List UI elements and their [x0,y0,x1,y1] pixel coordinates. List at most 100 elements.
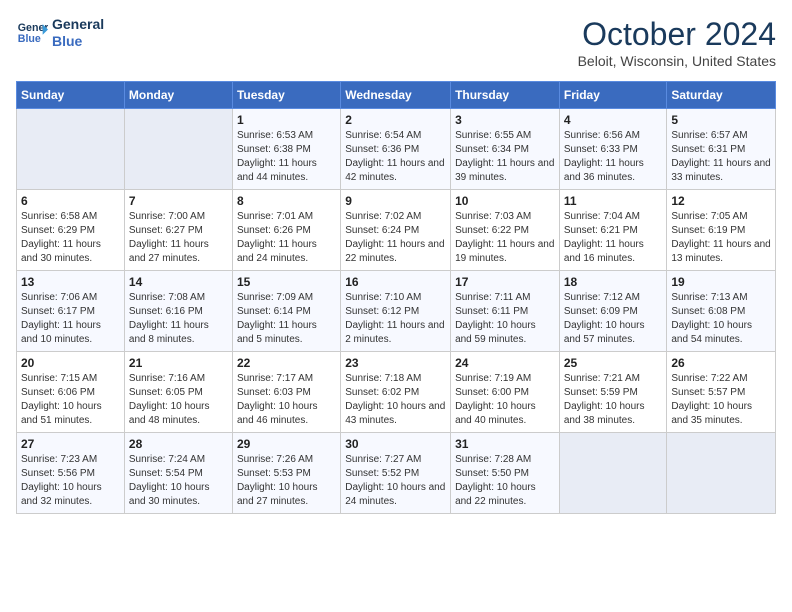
day-number: 11 [564,194,663,208]
day-number: 10 [455,194,555,208]
day-info: Sunrise: 6:53 AMSunset: 6:38 PMDaylight:… [237,129,336,185]
day-info: Sunrise: 7:11 AMSunset: 6:11 PMDaylight:… [455,291,555,347]
day-number: 14 [129,275,228,289]
day-info: Sunrise: 6:55 AMSunset: 6:34 PMDaylight:… [455,129,555,185]
logo-icon: General Blue [16,17,48,49]
day-info: Sunrise: 7:26 AMSunset: 5:53 PMDaylight:… [237,453,336,509]
day-info: Sunrise: 7:23 AMSunset: 5:56 PMDaylight:… [21,453,120,509]
calendar-cell: 15 Sunrise: 7:09 AMSunset: 6:14 PMDayligh… [232,271,340,352]
calendar-cell: 8 Sunrise: 7:01 AMSunset: 6:26 PMDaylight… [232,190,340,271]
day-info: Sunrise: 7:04 AMSunset: 6:21 PMDaylight:… [564,210,663,266]
day-info: Sunrise: 7:06 AMSunset: 6:17 PMDaylight:… [21,291,120,347]
day-number: 28 [129,437,228,451]
day-number: 18 [564,275,663,289]
day-info: Sunrise: 6:58 AMSunset: 6:29 PMDaylight:… [21,210,120,266]
day-number: 30 [345,437,446,451]
day-number: 19 [671,275,771,289]
day-info: Sunrise: 7:15 AMSunset: 6:06 PMDaylight:… [21,372,120,428]
day-number: 5 [671,113,771,127]
day-number: 31 [455,437,555,451]
calendar-cell: 1 Sunrise: 6:53 AMSunset: 6:38 PMDaylight… [232,109,340,190]
calendar-cell: 5 Sunrise: 6:57 AMSunset: 6:31 PMDaylight… [667,109,776,190]
month-title: October 2024 [578,16,776,53]
calendar-cell: 10 Sunrise: 7:03 AMSunset: 6:22 PMDayligh… [451,190,560,271]
calendar-cell: 9 Sunrise: 7:02 AMSunset: 6:24 PMDaylight… [341,190,451,271]
calendar-cell: 24Sunrise: 7:19 AMSunset: 6:00 PMDayligh… [451,352,560,433]
day-number: 4 [564,113,663,127]
calendar-cell: 23Sunrise: 7:18 AMSunset: 6:02 PMDayligh… [341,352,451,433]
day-info: Sunrise: 6:56 AMSunset: 6:33 PMDaylight:… [564,129,663,185]
day-number: 8 [237,194,336,208]
week-row-1: 1 Sunrise: 6:53 AMSunset: 6:38 PMDaylight… [17,109,776,190]
day-info: Sunrise: 7:09 AMSunset: 6:14 PMDaylight:… [237,291,336,347]
day-number: 1 [237,113,336,127]
weekday-header-wednesday: Wednesday [341,82,451,109]
calendar-cell: 3 Sunrise: 6:55 AMSunset: 6:34 PMDaylight… [451,109,560,190]
weekday-header-friday: Friday [559,82,667,109]
calendar-cell: 31 Sunrise: 7:28 AMSunset: 5:50 PMDayligh… [451,433,560,514]
day-info: Sunrise: 7:16 AMSunset: 6:05 PMDaylight:… [129,372,228,428]
calendar-cell [667,433,776,514]
day-number: 13 [21,275,120,289]
calendar-cell: 22Sunrise: 7:17 AMSunset: 6:03 PMDayligh… [232,352,340,433]
day-info: Sunrise: 7:19 AMSunset: 6:00 PMDaylight:… [455,372,555,428]
week-row-2: 6 Sunrise: 6:58 AMSunset: 6:29 PMDaylight… [17,190,776,271]
calendar-cell: 19 Sunrise: 7:13 AMSunset: 6:08 PMDayligh… [667,271,776,352]
day-info: Sunrise: 7:17 AMSunset: 6:03 PMDaylight:… [237,372,336,428]
calendar-cell: 18 Sunrise: 7:12 AMSunset: 6:09 PMDayligh… [559,271,667,352]
day-number: 12 [671,194,771,208]
day-info: Sunrise: 7:22 AMSunset: 5:57 PMDaylight:… [671,372,771,428]
day-number: 16 [345,275,446,289]
calendar-cell: 14Sunrise: 7:08 AMSunset: 6:16 PMDayligh… [124,271,232,352]
calendar-cell: 11 Sunrise: 7:04 AMSunset: 6:21 PMDayligh… [559,190,667,271]
day-info: Sunrise: 7:01 AMSunset: 6:26 PMDaylight:… [237,210,336,266]
weekday-header-saturday: Saturday [667,82,776,109]
calendar-cell: 27 Sunrise: 7:23 AMSunset: 5:56 PMDayligh… [17,433,125,514]
day-number: 9 [345,194,446,208]
location: Beloit, Wisconsin, United States [578,53,776,69]
calendar-cell: 26Sunrise: 7:22 AMSunset: 5:57 PMDayligh… [667,352,776,433]
page-header: General Blue General Blue October 2024 B… [16,16,776,69]
calendar-cell [559,433,667,514]
day-info: Sunrise: 7:12 AMSunset: 6:09 PMDaylight:… [564,291,663,347]
day-number: 27 [21,437,120,451]
calendar-cell: 13 Sunrise: 7:06 AMSunset: 6:17 PMDayligh… [17,271,125,352]
day-number: 3 [455,113,555,127]
day-info: Sunrise: 7:27 AMSunset: 5:52 PMDaylight:… [345,453,446,509]
day-number: 2 [345,113,446,127]
calendar-cell: 6 Sunrise: 6:58 AMSunset: 6:29 PMDaylight… [17,190,125,271]
day-info: Sunrise: 7:02 AMSunset: 6:24 PMDaylight:… [345,210,446,266]
week-row-4: 20Sunrise: 7:15 AMSunset: 6:06 PMDayligh… [17,352,776,433]
calendar-cell: 4 Sunrise: 6:56 AMSunset: 6:33 PMDaylight… [559,109,667,190]
weekday-header-row: SundayMondayTuesdayWednesdayThursdayFrid… [17,82,776,109]
day-info: Sunrise: 7:28 AMSunset: 5:50 PMDaylight:… [455,453,555,509]
day-number: 7 [129,194,228,208]
logo-text-general: General [52,16,104,33]
day-info: Sunrise: 7:00 AMSunset: 6:27 PMDaylight:… [129,210,228,266]
day-info: Sunrise: 7:13 AMSunset: 6:08 PMDaylight:… [671,291,771,347]
day-info: Sunrise: 7:03 AMSunset: 6:22 PMDaylight:… [455,210,555,266]
weekday-header-monday: Monday [124,82,232,109]
day-info: Sunrise: 7:05 AMSunset: 6:19 PMDaylight:… [671,210,771,266]
day-number: 21 [129,356,228,370]
calendar-cell: 25Sunrise: 7:21 AMSunset: 5:59 PMDayligh… [559,352,667,433]
calendar-cell: 30 Sunrise: 7:27 AMSunset: 5:52 PMDayligh… [341,433,451,514]
logo: General Blue General Blue [16,16,104,50]
svg-text:Blue: Blue [18,33,41,45]
day-number: 17 [455,275,555,289]
calendar-cell: 17 Sunrise: 7:11 AMSunset: 6:11 PMDayligh… [451,271,560,352]
calendar-cell: 20Sunrise: 7:15 AMSunset: 6:06 PMDayligh… [17,352,125,433]
weekday-header-thursday: Thursday [451,82,560,109]
calendar-cell: 29Sunrise: 7:26 AMSunset: 5:53 PMDayligh… [232,433,340,514]
calendar-cell: 21 Sunrise: 7:16 AMSunset: 6:05 PMDayligh… [124,352,232,433]
day-number: 15 [237,275,336,289]
day-info: Sunrise: 6:54 AMSunset: 6:36 PMDaylight:… [345,129,446,185]
day-number: 6 [21,194,120,208]
calendar-cell [17,109,125,190]
day-info: Sunrise: 6:57 AMSunset: 6:31 PMDaylight:… [671,129,771,185]
weekday-header-tuesday: Tuesday [232,82,340,109]
calendar-cell: 7 Sunrise: 7:00 AMSunset: 6:27 PMDaylight… [124,190,232,271]
day-info: Sunrise: 7:24 AMSunset: 5:54 PMDaylight:… [129,453,228,509]
weekday-header-sunday: Sunday [17,82,125,109]
logo-text-blue: Blue [52,33,104,50]
